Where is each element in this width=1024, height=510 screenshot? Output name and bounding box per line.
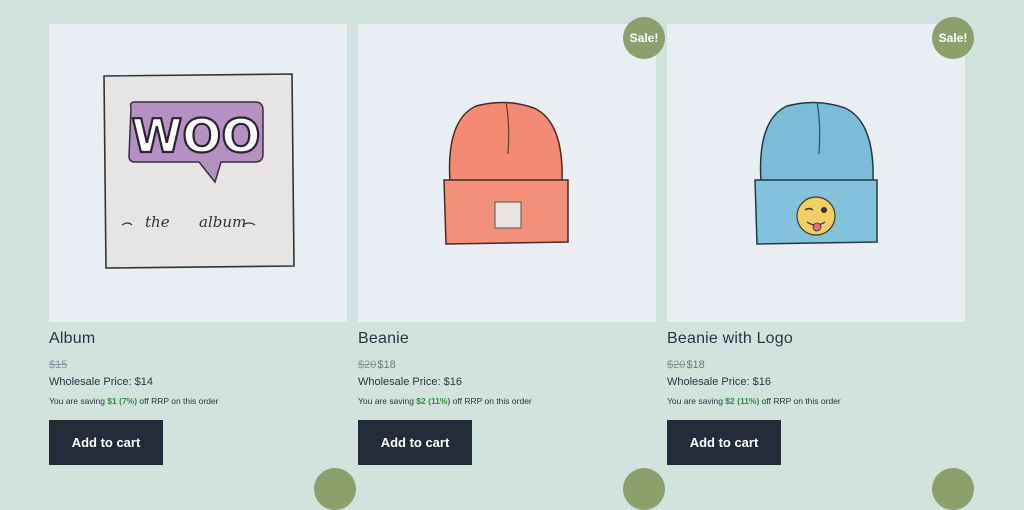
sale-badge: Sale! <box>932 17 974 59</box>
saving-prefix: You are saving <box>358 396 417 406</box>
svg-text:album: album <box>199 213 246 231</box>
saving-note: You are saving $1 (7%) off RRP on this o… <box>49 396 219 406</box>
saving-prefix: You are saving <box>667 396 726 406</box>
svg-text:WOO: WOO <box>132 109 261 163</box>
next-row-sale-badge <box>623 468 665 510</box>
saving-prefix: You are saving <box>49 396 108 406</box>
saving-amount: $2 (11%) <box>725 396 760 406</box>
product-card-album: WOO the album Album $15 Wholesale Price:… <box>49 24 347 475</box>
product-title[interactable]: Beanie <box>358 330 409 348</box>
product-image-link[interactable] <box>358 24 656 322</box>
wholesale-price: Wholesale Price: $16 <box>358 376 462 388</box>
add-to-cart-button[interactable]: Add to cart <box>49 420 163 465</box>
next-row-sale-badge <box>314 468 356 510</box>
add-to-cart-button[interactable]: Add to cart <box>667 420 781 465</box>
product-title[interactable]: Beanie with Logo <box>667 330 793 348</box>
product-title[interactable]: Album <box>49 330 95 348</box>
beanie-image <box>443 101 569 245</box>
product-image-link[interactable]: WOO the album <box>49 24 347 322</box>
regular-price: $20 <box>667 359 686 371</box>
next-row-sale-badge <box>932 468 974 510</box>
sale-badge: Sale! <box>623 17 665 59</box>
saving-suffix: off RRP on this order <box>759 396 841 406</box>
saving-suffix: off RRP on this order <box>450 396 532 406</box>
wholesale-price: Wholesale Price: $14 <box>49 376 153 388</box>
wholesale-price: Wholesale Price: $16 <box>667 376 771 388</box>
product-grid: WOO the album Album $15 Wholesale Price:… <box>49 17 974 475</box>
add-to-cart-button[interactable]: Add to cart <box>358 420 472 465</box>
product-price: $20$18 <box>358 359 396 371</box>
sale-price: $18 <box>377 359 396 371</box>
product-price: $15 <box>49 359 68 371</box>
regular-price: $20 <box>358 359 377 371</box>
regular-price: $15 <box>49 359 68 371</box>
svg-text:the: the <box>145 213 170 231</box>
product-card-beanie: Sale! Beanie $20$18 Wholesale Price: $16… <box>358 17 665 475</box>
saving-amount: $1 (7%) <box>107 396 138 406</box>
beanie-with-logo-image <box>754 101 878 245</box>
sale-price: $18 <box>686 359 705 371</box>
product-image-link[interactable] <box>667 24 965 322</box>
saving-note: You are saving $2 (11%) off RRP on this … <box>358 396 532 406</box>
saving-note: You are saving $2 (11%) off RRP on this … <box>667 396 841 406</box>
product-card-beanie-with-logo: Sale! Beanie with Logo $20$18 Wholesale … <box>667 17 974 475</box>
product-price: $20$18 <box>667 359 705 371</box>
album-cover-image: WOO the album <box>103 73 295 269</box>
saving-suffix: off RRP on this order <box>137 396 219 406</box>
saving-amount: $2 (11%) <box>416 396 451 406</box>
